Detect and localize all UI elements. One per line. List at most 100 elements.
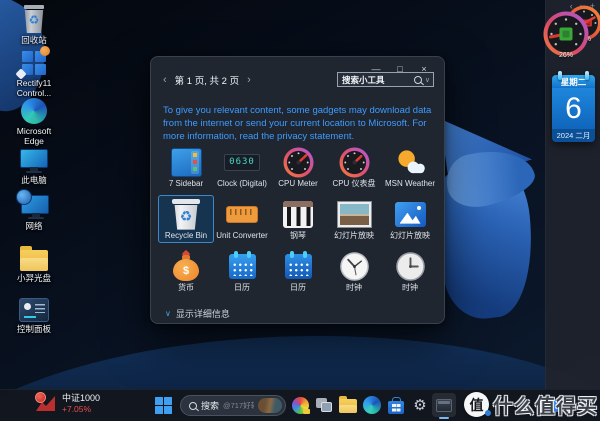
desktop-icon-label: Rectify11 Control... [16, 78, 52, 99]
desktop-icon-label: 此电脑 [21, 175, 47, 185]
privacy-notice: To give you relevant content, some gadge… [163, 104, 432, 142]
gadget-tile-unit-converter[interactable]: Unit Converter [214, 195, 270, 243]
search-icon[interactable] [413, 75, 422, 84]
stock-widget[interactable]: 中证1000 +7.05% [34, 392, 101, 415]
search-icon [189, 401, 197, 410]
digital-clock-icon: 0630 [224, 153, 260, 171]
taskbar-app-pinwheel[interactable] [288, 393, 312, 417]
file-explorer-button[interactable] [336, 393, 360, 417]
unit-converter-icon [226, 205, 258, 223]
show-details-label: 显示详细信息 [175, 309, 230, 319]
smzdm-site-name: 什么值得买 [493, 396, 598, 418]
search-hint: @717好软件 [223, 401, 254, 410]
sidebar7-icon [170, 147, 202, 177]
gadget-tile-cpu-meter[interactable]: CPU Meter [270, 143, 326, 191]
gadget-gallery-window: — □ × ‹ 第 1 页, 共 2 页 › ∨ To give you rel… [150, 56, 445, 324]
gadget-tile-piano[interactable]: 钢琴 [270, 195, 326, 243]
gauge-gadget-large[interactable]: 26% [543, 11, 589, 59]
show-details-toggle[interactable]: ∨ 显示详细信息 [165, 307, 230, 320]
page-prev-icon[interactable]: ‹ [163, 74, 167, 86]
gadget-label: CPU Meter [278, 178, 318, 188]
search-highlight-image [258, 398, 282, 413]
gadget-tile-digital-clock[interactable]: 0630 Clock (Digital) [214, 143, 270, 191]
gadget-tile-recycle-bin[interactable]: ♻ Recycle Bin [158, 195, 214, 243]
desktop-icon-this-pc[interactable]: 此电脑 [6, 149, 62, 185]
page-navigation: ‹ 第 1 页, 共 2 页 › [163, 73, 251, 87]
gadget-label: 幻灯片放映 [334, 230, 374, 240]
desktop-icon-control-panel[interactable]: 控制面板 [6, 298, 62, 334]
gadget-tile-currency[interactable]: $ 货币 [158, 247, 214, 295]
gadget-label: 时钟 [346, 282, 362, 292]
smzdm-watermark: 值 什么值得买 [464, 390, 598, 419]
recycle-bin-icon: ♻ [22, 5, 46, 33]
gadget-label: 时钟 [402, 282, 418, 292]
recycle-bin-gadget-icon: ♻ [172, 198, 200, 230]
stock-change-value: +7.05% [62, 404, 92, 415]
gadget-tile-clock-2[interactable]: 时钟 [382, 247, 438, 295]
gauge-large-value: 26% [558, 52, 573, 59]
search-label: 搜索 [201, 401, 220, 411]
pinwheel-app-icon [291, 396, 310, 414]
chevron-down-icon: ∨ [165, 309, 171, 318]
settings-button[interactable]: ⚙ [408, 393, 432, 417]
stock-index-name: 中证1000 [62, 393, 101, 403]
calendar-day: 6 [552, 88, 595, 129]
gauge-large-icon [543, 11, 589, 57]
smzdm-logo: 值 [464, 392, 491, 417]
taskbar-search[interactable]: 搜索 @717好软件 [180, 395, 286, 416]
desktop-icon-label: 网络 [25, 221, 43, 231]
gadget-tile-photos[interactable]: 幻灯片放映 [382, 195, 438, 243]
page-indicator: 第 1 页, 共 2 页 [174, 76, 240, 87]
desktop-icon-edge[interactable]: Microsoft Edge [6, 98, 62, 146]
piano-icon [283, 200, 313, 228]
gadget-tile-calendar-1[interactable]: 日历 [214, 247, 270, 295]
calendar-month-year: 2024 二月 [552, 129, 595, 142]
desktop-icon-folder[interactable]: 小羿光盘 [6, 246, 62, 283]
rectify11-icon [15, 46, 50, 80]
search-dropdown-icon[interactable]: ∨ [425, 76, 430, 84]
sidebar-gadget-panel: ‹ › + 76% [543, 0, 600, 390]
app-window-icon [436, 398, 452, 412]
edge-icon [21, 98, 47, 124]
store-button[interactable] [384, 393, 408, 417]
calendar-gadget[interactable]: 星期二 6 2024 二月 [552, 71, 595, 142]
gadget-label: Unit Converter [216, 230, 268, 240]
plain-clock-icon [395, 251, 425, 281]
edge-button[interactable] [360, 393, 384, 417]
desktop-icon-recycle-bin[interactable]: ♻ 回收站 [6, 5, 62, 45]
gadget-search-box[interactable]: ∨ [337, 72, 434, 87]
photos-icon [394, 201, 426, 227]
task-view-button[interactable] [312, 393, 336, 417]
network-icon [16, 189, 49, 219]
gadget-tile-cpu-gauge[interactable]: CPU 仪表盘 [326, 143, 382, 191]
gear-icon: ⚙ [413, 396, 427, 414]
msn-weather-icon [397, 150, 425, 173]
desktop-icon-network[interactable]: 网络 [6, 189, 62, 231]
gadget-grid: 7 Sidebar 0630 Clock (Digital) CPU Meter [158, 143, 440, 297]
gadget-tile-calendar-2[interactable]: 日历 [270, 247, 326, 295]
calendar-icon [228, 250, 256, 279]
edge-icon [363, 396, 381, 414]
calendar-pins [552, 71, 595, 80]
desktop-icon-label: 回收站 [21, 35, 47, 45]
page-next-icon[interactable]: › [247, 74, 251, 86]
start-button[interactable] [155, 397, 172, 414]
slideshow-icon [337, 201, 371, 227]
stock-chart-icon [34, 392, 57, 414]
gadget-label: MSN Weather [384, 178, 436, 188]
desktop-icon-rectify11[interactable]: Rectify11 Control... [6, 46, 62, 99]
desktop-icon-label: 小羿光盘 [16, 273, 51, 283]
gadget-tile-slideshow[interactable]: 幻灯片放映 [326, 195, 382, 243]
gadget-tile-7sidebar[interactable]: 7 Sidebar [158, 143, 214, 191]
gadget-label: 7 Sidebar [168, 178, 204, 188]
gadget-label: 钢琴 [290, 230, 306, 240]
gadget-search-input[interactable] [342, 74, 411, 85]
taskbar-icons: ⚙ [288, 393, 456, 419]
gadget-tile-msn-weather[interactable]: MSN Weather [382, 143, 438, 191]
file-explorer-icon [339, 396, 357, 413]
gadget-tile-clock-1[interactable]: 时钟 [326, 247, 382, 295]
gadget-label: 日历 [234, 282, 250, 292]
digital-clock-display: 0630 [229, 157, 255, 168]
gadget-gallery-taskbar-button[interactable] [432, 393, 456, 419]
cpu-gauge-icon [338, 147, 370, 178]
